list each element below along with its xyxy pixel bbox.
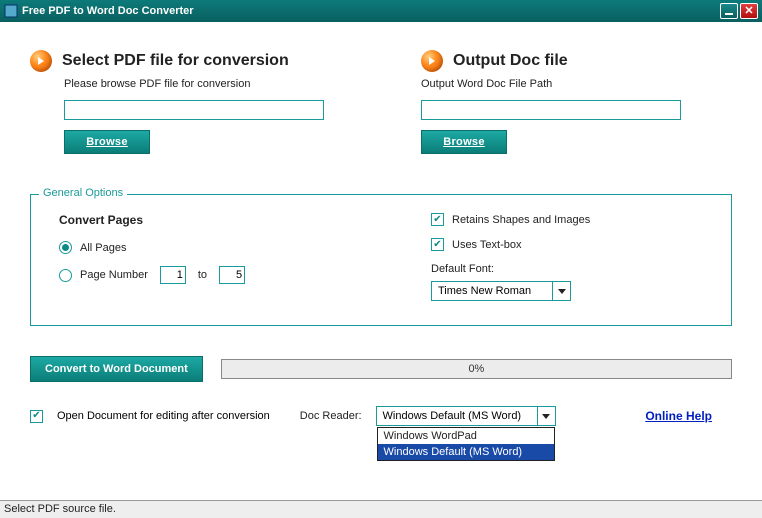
default-font-combo[interactable]: Times New Roman [431,281,571,301]
input-heading: Select PDF file for conversion [62,52,289,70]
retain-shapes-label: Retains Shapes and Images [452,214,590,226]
retain-shapes-checkbox[interactable] [431,213,444,226]
progress-bar: 0% [221,359,732,379]
chevron-down-icon[interactable] [552,282,570,300]
uses-textbox-checkbox[interactable] [431,238,444,251]
browse-doc-button[interactable]: Browse [421,130,507,154]
pdf-path-input[interactable] [64,100,324,120]
uses-textbox-label: Uses Text-box [452,239,522,251]
output-sub-label: Output Word Doc File Path [421,78,732,90]
arrow-icon [421,50,443,72]
page-to-label: to [198,269,207,281]
default-font-label: Default Font: [431,263,703,275]
minimize-button[interactable] [720,3,738,19]
all-pages-label: All Pages [80,242,126,254]
dropdown-item-msword[interactable]: Windows Default (MS Word) [378,444,554,460]
online-help-link[interactable]: Online Help [645,409,712,423]
page-number-label: Page Number [80,269,148,281]
doc-reader-combo[interactable]: Windows Default (MS Word) Windows WordPa… [376,406,556,426]
page-to-input[interactable] [219,266,245,284]
chevron-down-icon[interactable] [537,407,555,425]
browse-pdf-button[interactable]: Browse [64,130,150,154]
open-after-label: Open Document for editing after conversi… [57,410,270,422]
input-sub-label: Please browse PDF file for conversion [64,78,341,90]
window-title: Free PDF to Word Doc Converter [22,5,718,17]
doc-reader-label: Doc Reader: [300,410,362,422]
open-after-checkbox[interactable] [30,410,43,423]
page-number-radio[interactable] [59,269,72,282]
general-options-legend: General Options [39,187,127,199]
convert-button[interactable]: Convert to Word Document [30,356,203,382]
default-font-value: Times New Roman [432,285,552,297]
doc-reader-dropdown: Windows WordPad Windows Default (MS Word… [377,427,555,461]
input-column: Select PDF file for conversion Please br… [30,50,341,154]
convert-pages-heading: Convert Pages [59,213,331,227]
content-area: Select PDF file for conversion Please br… [0,22,762,500]
doc-reader-value: Windows Default (MS Word) [377,410,537,422]
arrow-icon [30,50,52,72]
page-from-input[interactable] [160,266,186,284]
close-button[interactable]: ✕ [740,3,758,19]
app-icon [4,4,18,18]
doc-path-input[interactable] [421,100,681,120]
general-options-group: General Options Convert Pages All Pages … [30,194,732,326]
dropdown-item-wordpad[interactable]: Windows WordPad [378,428,554,444]
title-bar: Free PDF to Word Doc Converter ✕ [0,0,762,22]
status-bar: Select PDF source file. [0,500,762,518]
status-text: Select PDF source file. [4,503,116,515]
output-column: Output Doc file Output Word Doc File Pat… [421,50,732,154]
all-pages-radio[interactable] [59,241,72,254]
progress-text: 0% [468,363,484,375]
output-heading: Output Doc file [453,52,568,70]
